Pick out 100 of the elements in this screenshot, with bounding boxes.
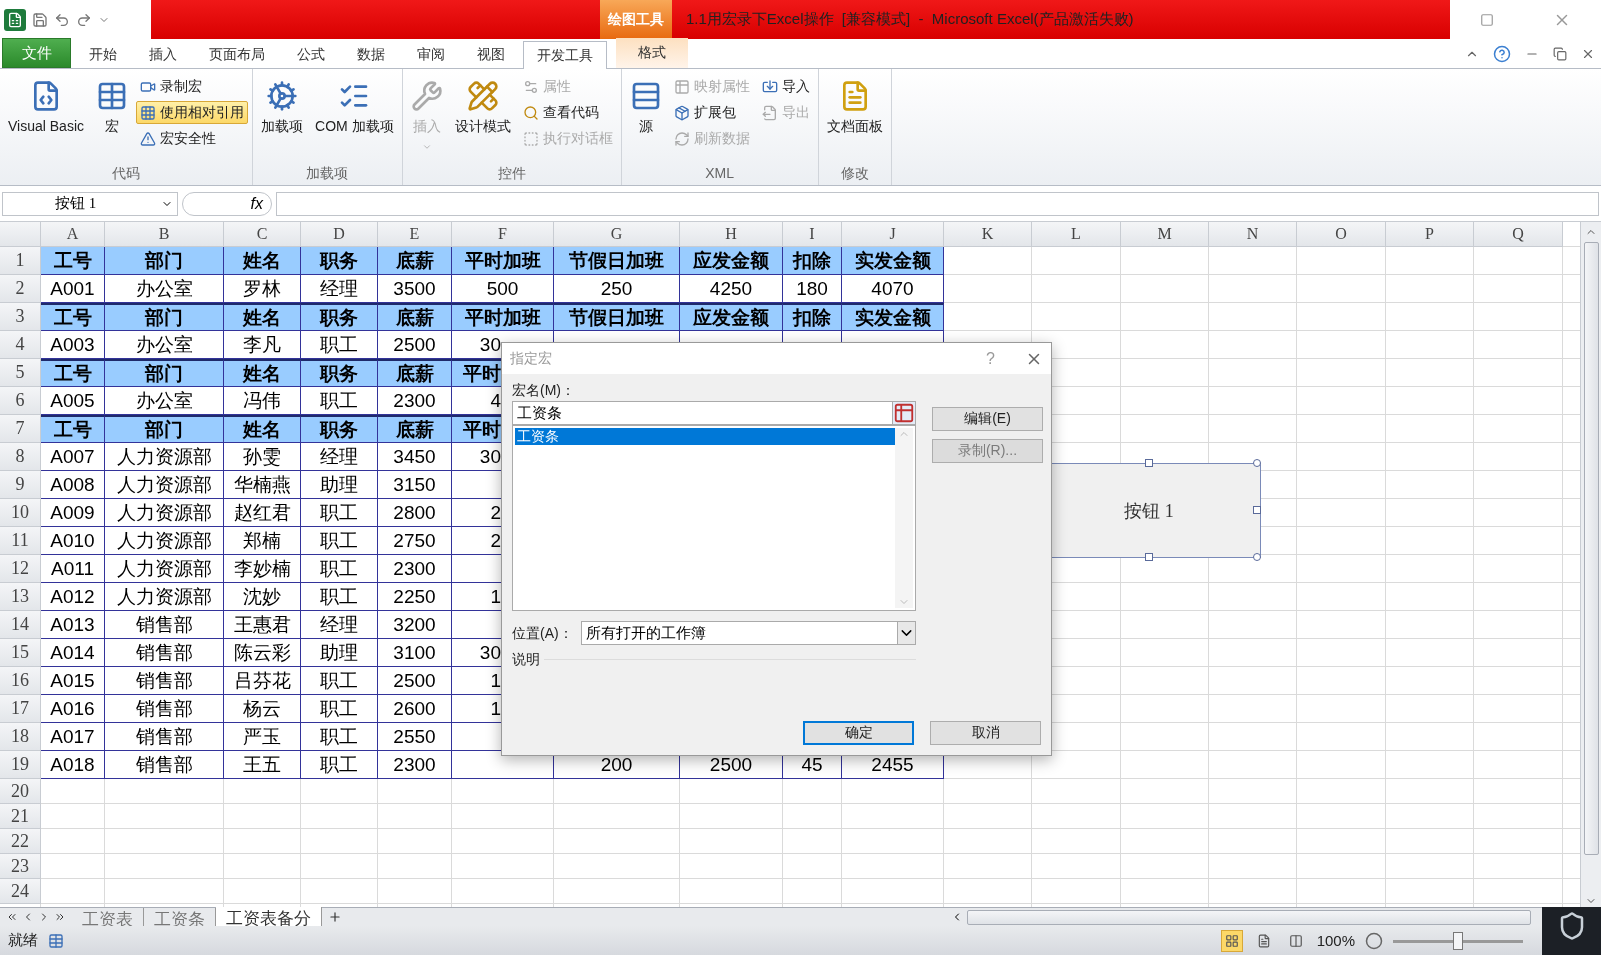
table-cell: 部门 [105,415,224,443]
table-cell: A017 [41,723,105,751]
table-cell: A008 [41,471,105,499]
table-cell: 工号 [41,303,105,331]
table-cell: 罗林 [224,275,301,303]
table-cell: 赵红君 [224,499,301,527]
table-cell: A014 [41,639,105,667]
table-cell: 销售部 [105,695,224,723]
table-cell: 180 [783,275,842,303]
contextual-label: 绘图工具 [600,0,672,39]
table-cell: 职务 [301,303,378,331]
table-cell: A003 [41,331,105,359]
table-cell: A016 [41,695,105,723]
table-cell: 3200 [378,611,452,639]
table-cell: 销售部 [105,639,224,667]
table-cell: 王惠君 [224,611,301,639]
table-cell: 沈妙 [224,583,301,611]
group-label: 控件 [496,164,527,183]
table-cell: 人力资源部 [105,471,224,499]
table-cell: 职工 [301,751,378,779]
table-cell: 实发金额 [842,303,944,331]
table-cell: 李妙楠 [224,555,301,583]
table-cell: A011 [41,555,105,583]
table-cell: 职工 [301,527,378,555]
group-label: 加载项 [305,164,350,183]
table-cell: 姓名 [224,303,301,331]
table-cell: 李凡 [224,331,301,359]
table-cell: 2300 [378,751,452,779]
table-cell: 3450 [378,443,452,471]
table-cell: 2600 [378,695,452,723]
table-cell: 助理 [301,471,378,499]
table-cell: 4250 [680,275,783,303]
table-cell: 孙雯 [224,443,301,471]
table-cell: 吕芬花 [224,667,301,695]
table-cell: 4070 [842,275,944,303]
table-cell: 职工 [301,387,378,415]
table-cell: A013 [41,611,105,639]
table-cell: 工号 [41,415,105,443]
table-cell: 销售部 [105,667,224,695]
table-cell: 职工 [301,583,378,611]
table-cell: 节假日加班 [554,303,680,331]
table-cell: 王五 [224,751,301,779]
table-cell: 部门 [105,247,224,275]
table-cell: 杨云 [224,695,301,723]
table-cell: 250 [554,275,680,303]
table-cell: A007 [41,443,105,471]
table-cell: 底薪 [378,359,452,387]
table-cell: 底薪 [378,303,452,331]
table-cell: 销售部 [105,751,224,779]
table-cell: 2750 [378,527,452,555]
section-label: 说明 [512,650,540,669]
table-cell: 人力资源部 [105,443,224,471]
table-cell: 姓名 [224,415,301,443]
table-cell: A015 [41,667,105,695]
table-cell: 办公室 [105,331,224,359]
table-cell: 冯伟 [224,387,301,415]
table-cell: 职务 [301,359,378,387]
table-cell: 人力资源部 [105,555,224,583]
table-cell: A018 [41,751,105,779]
table-cell: 华楠燕 [224,471,301,499]
table-cell: 职工 [301,695,378,723]
group-label: XML [704,164,735,183]
table-cell: 职务 [301,415,378,443]
table-cell: 应发金额 [680,247,783,275]
status-text: 就绪 [8,931,38,950]
table-cell: 职工 [301,723,378,751]
table-cell: 平时加班 [452,247,554,275]
table-cell: 姓名 [224,247,301,275]
table-cell: 500 [452,275,554,303]
table-cell: 平时加班 [452,303,554,331]
table-cell: 2300 [378,387,452,415]
table-cell: A001 [41,275,105,303]
window-title: 1.1用宏录下Excel操作 [兼容模式] - Microsoft Excel(产品激活失败) [686,9,1134,29]
group-label: 代码 [111,164,141,183]
table-cell: A009 [41,499,105,527]
table-cell: 职工 [301,499,378,527]
table-cell: 职务 [301,247,378,275]
table-cell: A012 [41,583,105,611]
table-cell: 经理 [301,443,378,471]
table-cell: 销售部 [105,611,224,639]
table-cell: 2550 [378,723,452,751]
table-cell: 底薪 [378,247,452,275]
table-cell: 职工 [301,667,378,695]
table-cell: A005 [41,387,105,415]
table-cell: 3100 [378,639,452,667]
table-cell: 2500 [378,667,452,695]
table-cell: 部门 [105,359,224,387]
table-cell: 工号 [41,247,105,275]
table-cell: 应发金额 [680,303,783,331]
table-cell: 2500 [378,331,452,359]
table-cell: 部门 [105,303,224,331]
table-cell: 销售部 [105,723,224,751]
table-cell: 严玉 [224,723,301,751]
table-cell: 办公室 [105,387,224,415]
table-cell: 2300 [378,555,452,583]
table-cell: 姓名 [224,359,301,387]
group-label: 修改 [839,164,870,183]
table-cell: 2250 [378,583,452,611]
table-cell: 经理 [301,611,378,639]
table-cell: 工号 [41,359,105,387]
